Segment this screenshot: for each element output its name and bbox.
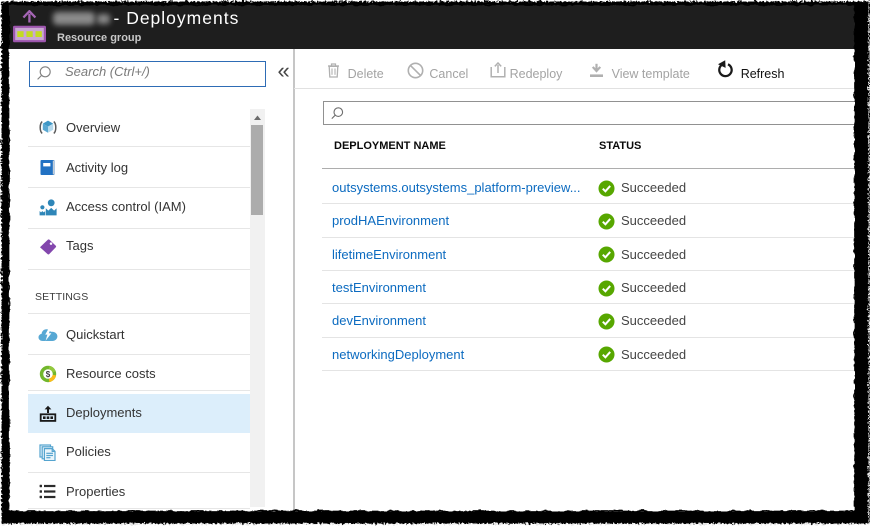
svg-text:$: $ <box>46 370 51 379</box>
